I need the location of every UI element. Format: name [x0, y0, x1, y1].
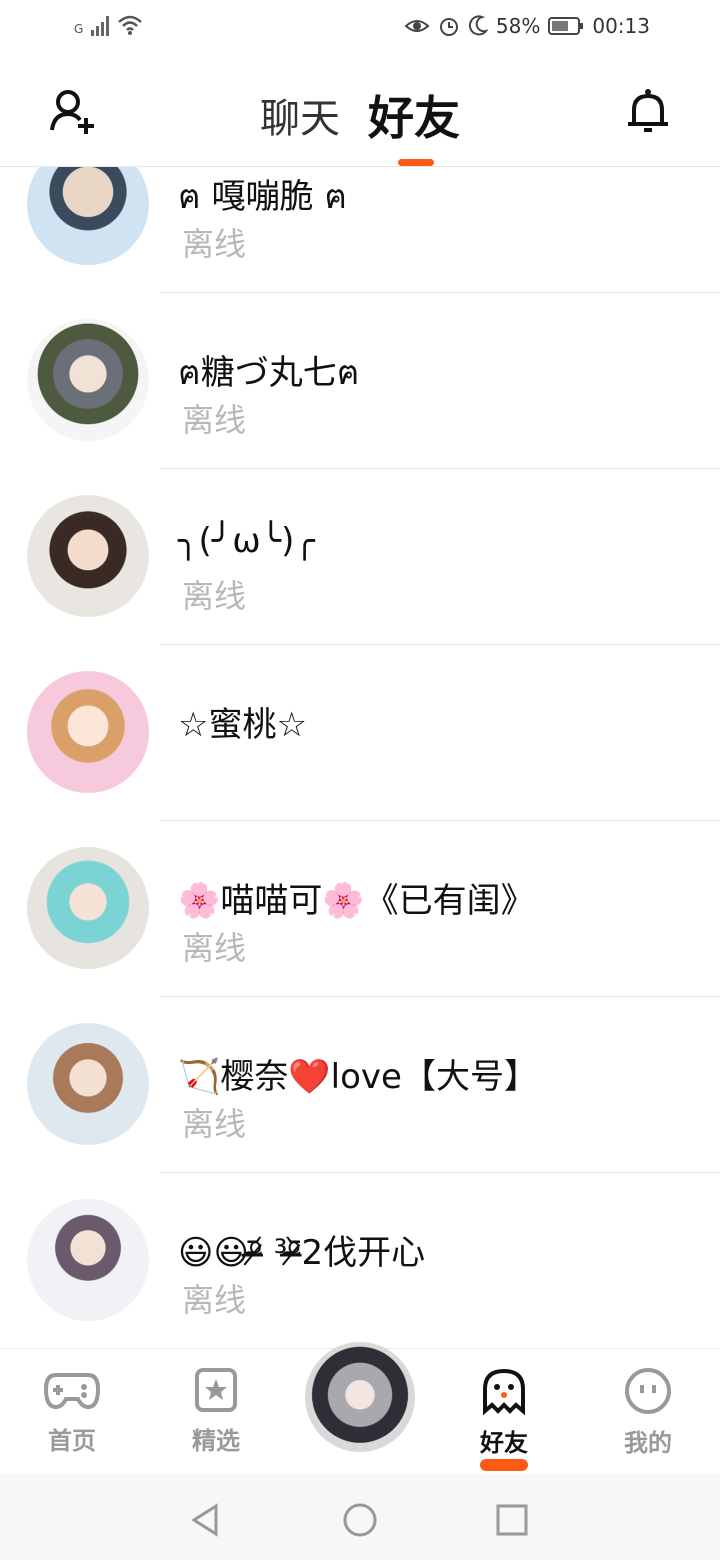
signal-icon [91, 14, 110, 36]
nav-friends-label: 好友 [480, 1429, 528, 1457]
battery-icon [548, 17, 584, 35]
avatar[interactable] [27, 167, 149, 265]
friend-name: 🌸喵喵可🌸《已有闺》 [178, 881, 535, 921]
friend-status: 离线 [182, 1105, 247, 1143]
eye-comfort-icon [404, 20, 430, 32]
status-right: 58% 00:13 [404, 14, 650, 38]
nav-active-indicator [480, 1459, 528, 1471]
nav-featured-label: 精选 [192, 1427, 240, 1455]
friend-row[interactable]: ☆蜜桃☆ [0, 645, 720, 821]
gamepad-icon [43, 1373, 101, 1410]
friend-list[interactable]: ฅ 嘎嘣脆 ฅ 离线 ฅ糖づ丸七ฅ 离线 ╮(╯ω╰)╭ 离线 ☆蜜桃☆ 🌸喵喵… [0, 167, 720, 1347]
friend-row[interactable]: ฅ糖づ丸七ฅ 离线 [0, 293, 720, 469]
nav-friends[interactable]: 好友 [454, 1367, 554, 1471]
wifi-icon [118, 15, 143, 35]
home-circle-icon[interactable] [340, 1500, 380, 1540]
friend-name: 🏹樱奈❤️love【大号】 [178, 1057, 538, 1097]
recents-square-icon[interactable] [492, 1500, 532, 1540]
star-bookmark-icon [195, 1368, 237, 1412]
avatar[interactable] [27, 319, 149, 441]
bell-icon[interactable] [622, 86, 674, 138]
friend-status: 离线 [182, 929, 247, 967]
friend-name: ฅ糖づ丸七ฅ [178, 353, 360, 393]
status-bar: G 58% 00:13 [0, 0, 720, 56]
nav-mine[interactable]: 我的 [598, 1367, 698, 1458]
back-triangle-icon[interactable] [186, 1500, 226, 1540]
friend-name: 😃😃ᵒ̴̶̷᷄ ³ᵒ̴̶̷᷅2伐开心 [178, 1233, 426, 1273]
avatar[interactable] [27, 671, 149, 793]
nav-home[interactable]: 首页 [22, 1367, 122, 1456]
friend-status: 离线 [182, 225, 247, 263]
center-avatar-button[interactable] [305, 1342, 415, 1452]
avatar[interactable] [27, 847, 149, 969]
friend-row[interactable]: 🌸喵喵可🌸《已有闺》 离线 [0, 821, 720, 997]
friend-row[interactable]: ╮(╯ω╰)╭ 离线 [0, 469, 720, 645]
nav-home-label: 首页 [48, 1427, 96, 1455]
friend-row[interactable]: 🏹樱奈❤️love【大号】 离线 [0, 997, 720, 1173]
ghost-icon [483, 1368, 525, 1416]
smiley-face-icon [625, 1368, 671, 1414]
friend-name: ฅ 嘎嘣脆 ฅ [178, 177, 348, 217]
nav-mine-label: 我的 [624, 1429, 672, 1457]
avatar[interactable] [27, 1199, 149, 1321]
friend-status: 离线 [182, 577, 247, 615]
friend-name: ╮(╯ω╰)╭ [178, 521, 315, 561]
avatar[interactable] [27, 1023, 149, 1145]
clock: 00:13 [592, 14, 650, 38]
friend-status: 离线 [182, 1281, 247, 1319]
network-type: G [74, 22, 84, 36]
tab-friends[interactable]: 好友 [368, 82, 460, 148]
friend-status: 离线 [182, 401, 247, 439]
moon-icon [468, 15, 488, 36]
top-header: 聊天 好友 [0, 56, 720, 167]
status-left: G [74, 14, 143, 36]
nav-featured[interactable]: 精选 [166, 1367, 266, 1456]
avatar[interactable] [27, 495, 149, 617]
friend-row[interactable]: ฅ 嘎嘣脆 ฅ 离线 [0, 167, 720, 293]
friend-row[interactable]: 😃😃ᵒ̴̶̷᷄ ³ᵒ̴̶̷᷅2伐开心 离线 [0, 1173, 720, 1347]
system-nav-bar [0, 1474, 720, 1560]
tab-chat[interactable]: 聊天 [260, 86, 340, 144]
battery-percent: 58% [495, 14, 541, 38]
tab-active-indicator [398, 159, 434, 166]
friend-name: ☆蜜桃☆ [178, 705, 307, 745]
alarm-icon [439, 18, 458, 36]
add-person-icon[interactable] [48, 86, 100, 138]
